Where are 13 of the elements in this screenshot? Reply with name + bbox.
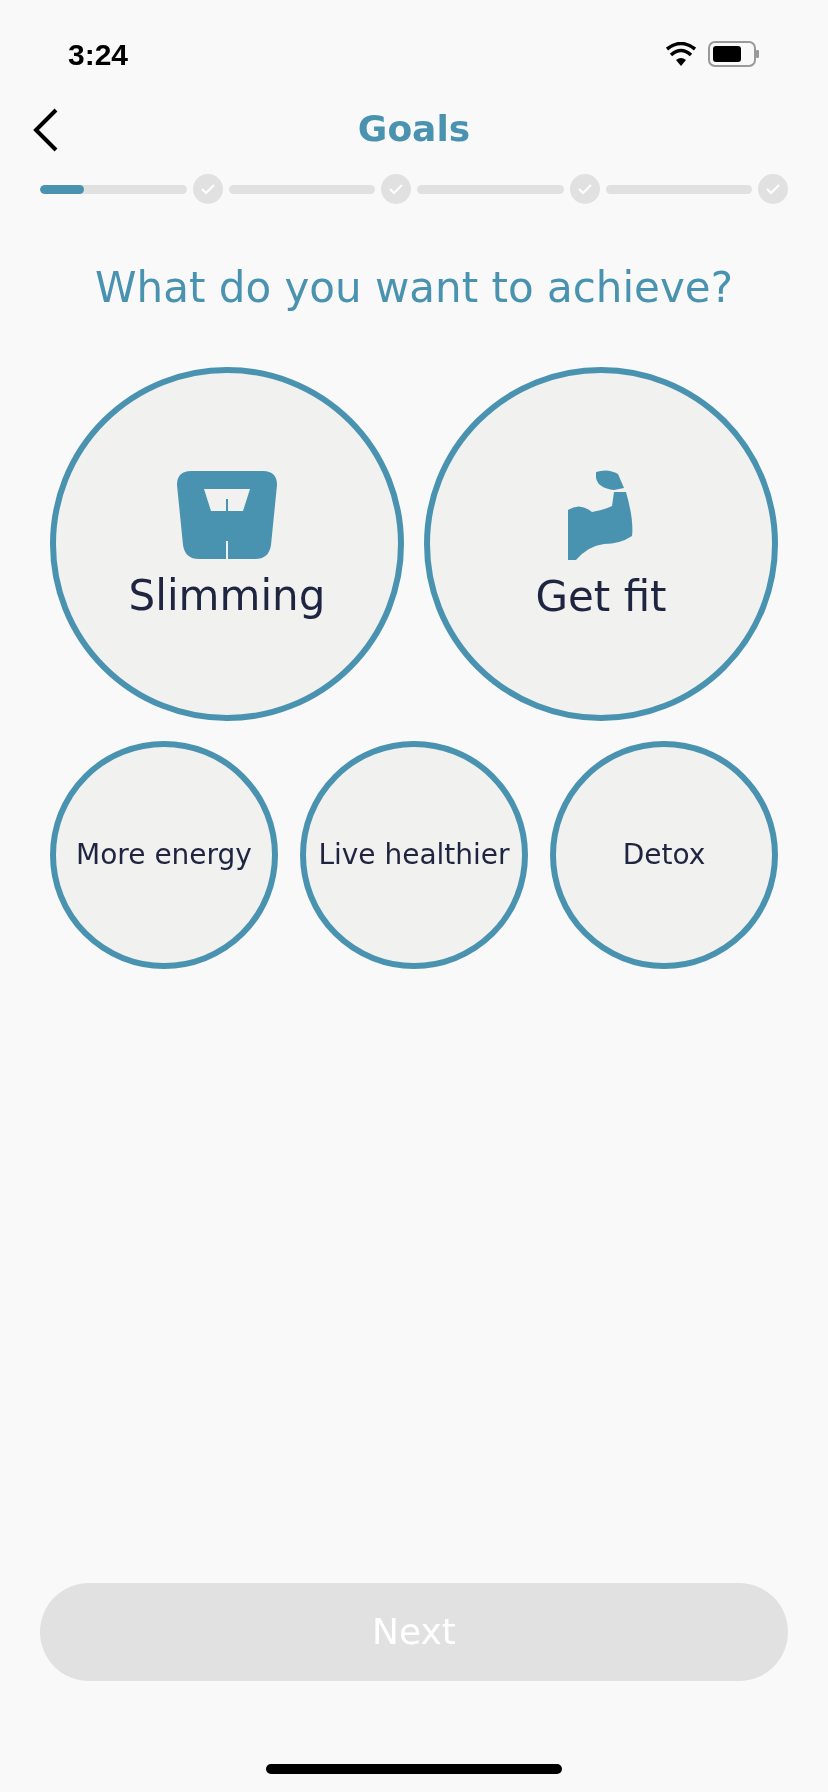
back-icon xyxy=(32,108,60,152)
goal-option[interactable]: Live healthier xyxy=(300,741,528,969)
flexed-arm-icon xyxy=(568,470,634,560)
battery-icon xyxy=(708,41,760,67)
goal-option[interactable]: Detox xyxy=(550,741,778,969)
goal-option[interactable]: Get fit xyxy=(424,367,778,721)
question-heading: What do you want to achieve? xyxy=(94,262,734,314)
goal-option[interactable]: Slimming xyxy=(50,367,404,721)
page-title: Goals xyxy=(357,107,471,151)
scale-icon xyxy=(177,471,277,559)
status-time: 3:24 xyxy=(68,36,129,73)
goal-option[interactable]: More energy xyxy=(50,741,278,969)
wifi-icon xyxy=(666,42,696,66)
